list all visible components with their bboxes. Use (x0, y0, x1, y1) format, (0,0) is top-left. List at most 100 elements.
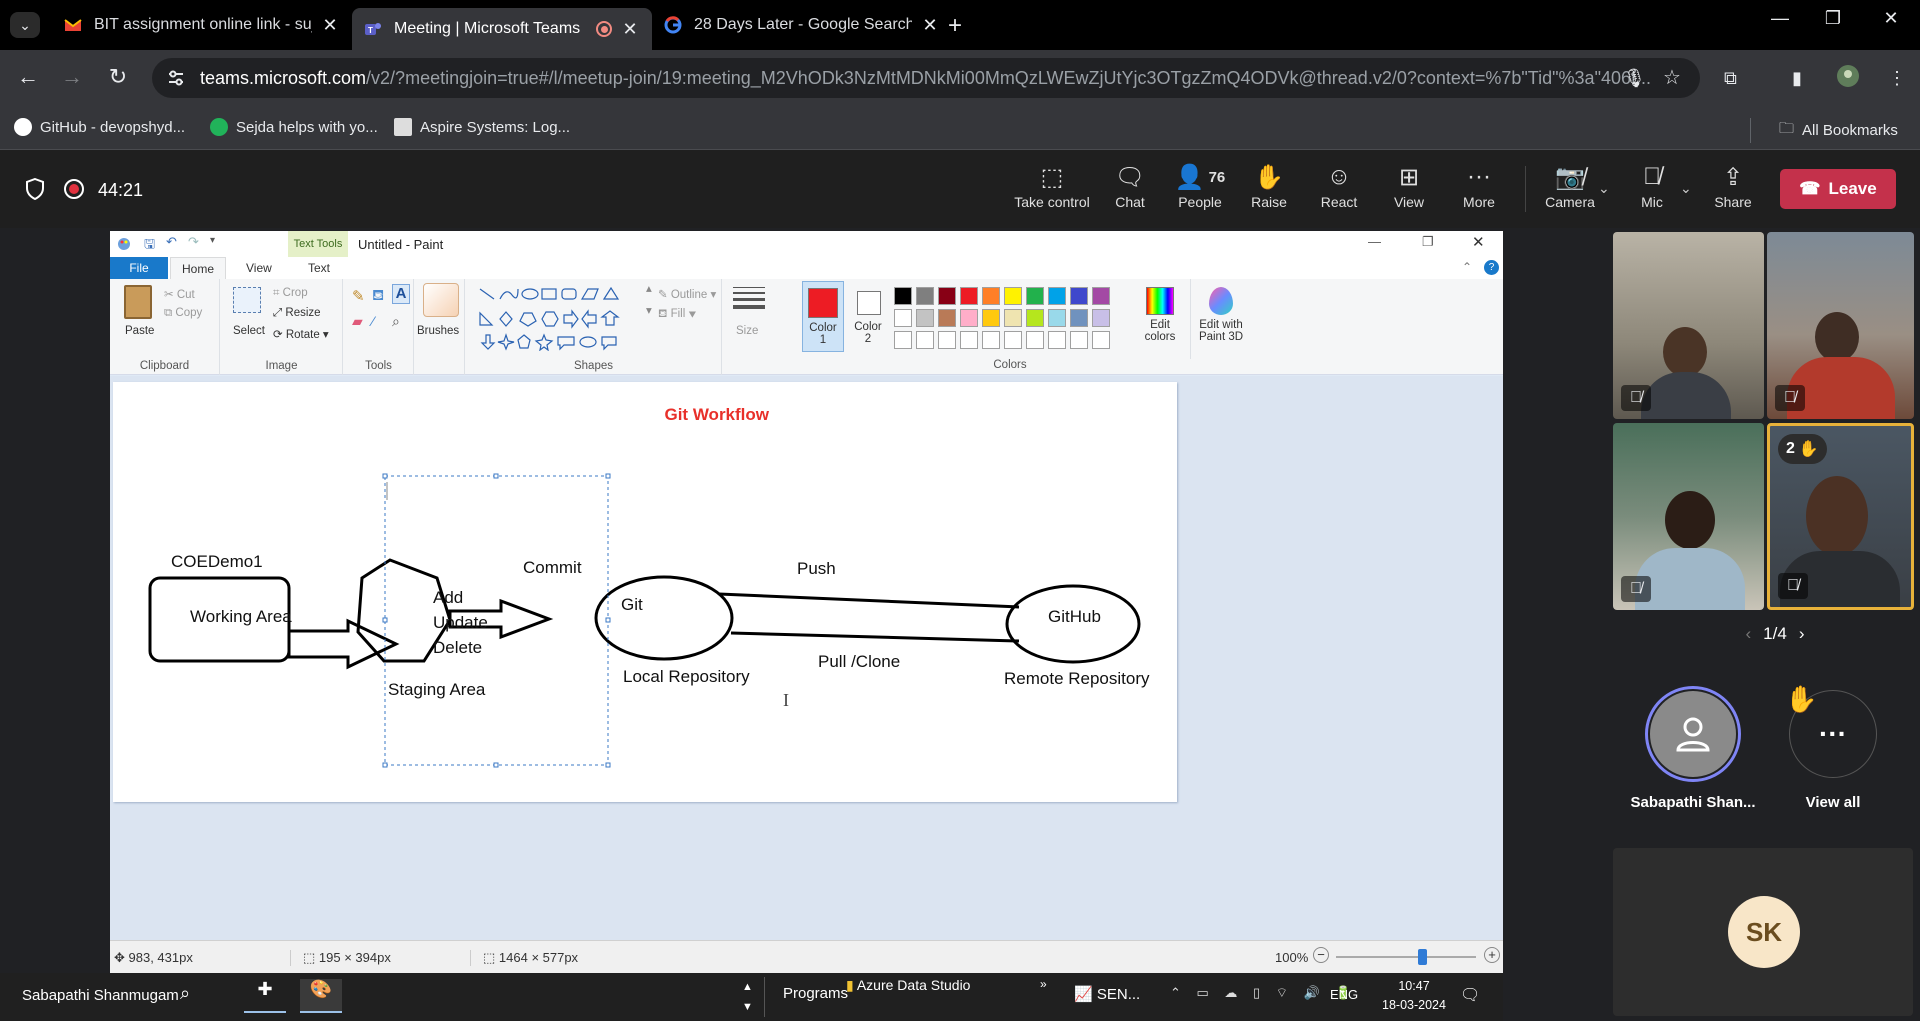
shapes-scroll-up[interactable]: ▴ (646, 281, 652, 295)
tab-google-search[interactable]: 28 Days Later - Google Search ✕ (652, 8, 952, 42)
fill-button[interactable]: ⛾ Fill ▾ (658, 307, 696, 322)
paste-icon[interactable] (124, 285, 152, 319)
palette-swatch[interactable] (1092, 309, 1110, 327)
close-icon[interactable]: ✕ (920, 15, 940, 36)
palette-swatch[interactable] (1004, 331, 1022, 349)
people-button[interactable]: 👤 76 People (1160, 160, 1240, 211)
magnifier-icon[interactable]: ⌕ (392, 313, 400, 330)
chevron-right-icon[interactable]: › (1799, 624, 1805, 643)
tab-search-button[interactable]: ⌄ (10, 12, 40, 38)
palette-swatch[interactable] (1092, 287, 1110, 305)
forward-button[interactable]: → (56, 64, 88, 90)
help-icon[interactable]: ? (1484, 260, 1499, 275)
crop-button[interactable]: ⌗ Crop (273, 287, 308, 300)
palette-swatch[interactable] (938, 287, 956, 305)
palette-swatch[interactable] (894, 331, 912, 349)
menu-icon[interactable]: ⋮ (1888, 68, 1906, 89)
chat-button[interactable]: 🗨 Chat (1090, 160, 1170, 211)
close-window-button[interactable]: ✕ (1868, 8, 1914, 29)
eraser-icon[interactable]: ▰ (352, 313, 363, 330)
tab-view[interactable]: View (246, 261, 272, 275)
palette-swatch[interactable] (960, 287, 978, 305)
drawing-canvas[interactable]: I Git Workflow COEDemo1 Working Area Add… (113, 382, 1177, 802)
tab-teams-meeting[interactable]: T Meeting | Microsoft Teams ✕ (352, 8, 652, 50)
chevron-left-icon[interactable]: ‹ (1746, 624, 1752, 643)
edit-colors-button[interactable]: Edit colors (1138, 279, 1182, 359)
search-icon[interactable]: ⌕ (180, 983, 190, 1004)
restore-button[interactable]: ❐ (1810, 8, 1856, 29)
sidebar-icon[interactable]: ▮ (1792, 68, 1802, 89)
participant-video-4-hand-raised[interactable]: 2 ✋ 🎙̸ (1767, 423, 1914, 610)
taskbar-app-paint[interactable]: 🎨 (300, 979, 342, 1013)
palette-swatch[interactable] (982, 331, 1000, 349)
palette-swatch[interactable] (894, 309, 912, 327)
presenter-avatar-tile[interactable]: Sabapathi Shan... (1628, 686, 1758, 811)
participant-video-3[interactable]: 🎙̸ (1613, 423, 1764, 610)
brushes-button[interactable]: Brushes (417, 325, 459, 337)
palette-swatch[interactable] (960, 309, 978, 327)
palette-swatch[interactable] (1026, 287, 1044, 305)
tab-text[interactable]: Text (308, 261, 330, 275)
palette-swatch[interactable] (982, 287, 1000, 305)
sensex-widget[interactable]: 📈 SEN... (1074, 985, 1140, 1003)
palette-swatch[interactable] (1026, 309, 1044, 327)
site-settings-icon[interactable] (166, 68, 186, 88)
customize-arrow-icon[interactable]: ▾ (210, 235, 215, 246)
bookmark-github[interactable]: GitHub - devopshyd... (14, 118, 185, 136)
new-tab-button[interactable]: + (948, 12, 962, 40)
bookmark-sejda[interactable]: Sejda helps with yo... (210, 118, 378, 136)
color2-selector[interactable]: Color 2 (848, 281, 890, 352)
zoom-in-button[interactable]: + (1484, 947, 1500, 963)
bookmark-star-icon[interactable]: ☆ (1663, 65, 1681, 90)
palette-swatch[interactable] (1004, 287, 1022, 305)
select-icon[interactable] (233, 287, 261, 313)
view-all-tile[interactable]: ✋ ··· View all (1775, 684, 1891, 811)
programs-toolbar[interactable]: Programs (783, 985, 848, 1002)
shapes-gallery[interactable] (478, 285, 638, 351)
palette-swatch[interactable] (1092, 331, 1110, 349)
text-tool-icon[interactable]: A (392, 284, 410, 304)
outline-button[interactable]: ✎ Outline ▾ (658, 287, 716, 301)
profile-avatar[interactable] (1836, 64, 1860, 88)
share-button[interactable]: ⇪ Share (1693, 160, 1773, 211)
palette-swatch[interactable] (916, 309, 934, 327)
more-button[interactable]: ··· More (1439, 160, 1519, 210)
react-button[interactable]: ☺ React (1299, 160, 1379, 210)
restore-button[interactable]: ❐ (1422, 234, 1434, 250)
pencil-icon[interactable]: ✎ (352, 287, 365, 305)
palette-swatch[interactable] (938, 331, 956, 349)
brush-icon[interactable] (423, 283, 459, 317)
redo-icon[interactable]: ↷ (188, 234, 199, 250)
collapse-ribbon-icon[interactable]: ⌃ (1462, 260, 1472, 274)
clock[interactable]: 10:47 18-03-2024 (1376, 977, 1452, 1015)
close-icon[interactable]: ✕ (320, 15, 340, 36)
bookmark-aspire[interactable]: Aspire Systems: Log... (394, 118, 570, 136)
palette-swatch[interactable] (1048, 287, 1066, 305)
palette-swatch[interactable] (1070, 331, 1088, 349)
palette-swatch[interactable] (894, 287, 912, 305)
palette-swatch[interactable] (916, 331, 934, 349)
participant-video-2[interactable]: 🎙̸ (1767, 232, 1914, 419)
palette-swatch[interactable] (1004, 309, 1022, 327)
palette-swatch[interactable] (916, 287, 934, 305)
palette-swatch[interactable] (1048, 309, 1066, 327)
edit-paint3d-button[interactable]: Edit with Paint 3D (1190, 279, 1250, 359)
size-icon[interactable] (733, 287, 765, 309)
self-view-tile[interactable]: SK (1613, 848, 1913, 1016)
address-bar[interactable]: teams.microsoft.com/v2/?meetingjoin=true… (152, 58, 1700, 98)
color1-selector[interactable]: Color 1 (802, 281, 844, 352)
tab-home[interactable]: Home (170, 257, 226, 279)
chevron-down-icon[interactable]: ⌄ (1680, 180, 1692, 197)
raise-hand-button[interactable]: ✋ Raise (1229, 160, 1309, 211)
leave-button[interactable]: ☎ Leave (1780, 169, 1896, 209)
tab-file[interactable]: File (110, 257, 168, 279)
palette-swatch[interactable] (982, 309, 1000, 327)
palette-swatch[interactable] (1026, 331, 1044, 349)
tab-bit-assignment[interactable]: BIT assignment online link - suj ✕ (52, 8, 352, 42)
notifications-icon[interactable]: 🗨 (1460, 985, 1480, 1005)
participant-video-1[interactable]: 🎙̸ (1613, 232, 1764, 419)
palette-swatch[interactable] (1070, 309, 1088, 327)
undo-icon[interactable]: ↶ (166, 234, 177, 250)
view-button[interactable]: ⊞ View (1369, 160, 1449, 211)
close-icon[interactable]: ✕ (620, 19, 640, 40)
